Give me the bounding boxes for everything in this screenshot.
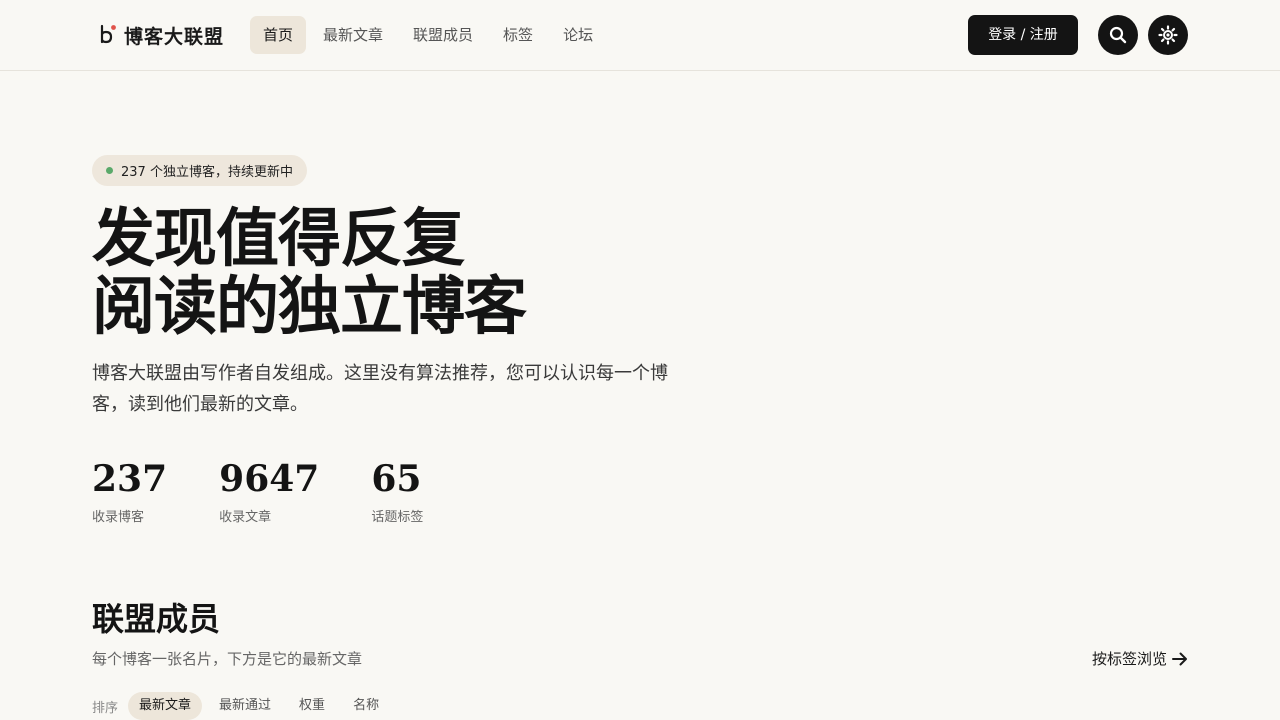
- stat-label: 话题标签: [371, 510, 424, 525]
- badge-text: 237 个独立博客，持续更新中: [121, 165, 293, 180]
- nav-item-tags[interactable]: 标签: [490, 16, 546, 54]
- stat-value: 9647: [219, 458, 320, 500]
- nav-item-forum[interactable]: 论坛: [550, 16, 606, 54]
- stats-row: 237 收录博客 9647 收录文章 65 话题标签: [92, 458, 475, 525]
- sort-option-weight[interactable]: 权重: [288, 692, 336, 720]
- hero-title-line-1: 发现值得反复: [92, 201, 465, 275]
- browse-by-tag-link[interactable]: 按标签浏览: [1092, 647, 1188, 671]
- hero-description: 博客大联盟由写作者自发组成。这里没有算法推荐，您可以认识每一个博客，读到他们最新…: [92, 363, 668, 415]
- nav-item-home[interactable]: 首页: [250, 16, 307, 54]
- site-logo[interactable]: 博客大联盟: [98, 22, 224, 48]
- stat-label: 收录博客: [92, 510, 145, 525]
- sort-option-name[interactable]: 名称: [342, 692, 390, 720]
- sort-option-latest-approved[interactable]: 最新通过: [208, 692, 282, 720]
- stat-tags: 65 话题标签: [371, 458, 423, 525]
- arrow-right-icon: [1172, 652, 1187, 666]
- stat-value: 65: [371, 458, 422, 500]
- status-dot-icon: [106, 167, 113, 174]
- blog-count-badge: 237 个独立博客，持续更新中: [92, 155, 307, 186]
- stat-articles: 9647 收录文章: [219, 458, 319, 525]
- site-header: 博客大联盟 首页 最新文章 联盟成员 标签 论坛 登录 / 注册: [0, 0, 1280, 71]
- hero-title-line-2: 阅读的独立博客: [92, 269, 527, 343]
- stat-label: 收录文章: [219, 510, 272, 525]
- stat-value: 237: [92, 458, 168, 500]
- logo-b-icon: [98, 23, 118, 47]
- search-icon: [1109, 26, 1127, 44]
- browse-by-tag-label: 按标签浏览: [1091, 650, 1167, 668]
- nav-item-latest-articles[interactable]: 最新文章: [310, 16, 396, 54]
- search-button[interactable]: [1098, 15, 1138, 55]
- main-nav: 首页 最新文章 联盟成员 标签 论坛: [250, 16, 610, 54]
- sun-icon: [1158, 25, 1178, 45]
- sort-option-latest-articles[interactable]: 最新文章: [128, 692, 203, 720]
- stat-blogs: 237 收录博客: [92, 458, 167, 525]
- login-register-button[interactable]: 登录 / 注册: [968, 15, 1078, 55]
- sort-bar: 排序 最新文章 最新通过 权重 名称: [92, 692, 396, 720]
- logo-text: 博客大联盟: [124, 25, 225, 48]
- members-section-title: 联盟成员: [92, 600, 221, 638]
- nav-item-members[interactable]: 联盟成员: [400, 16, 486, 54]
- members-section-subtitle: 每个博客一张名片，下方是它的最新文章: [92, 650, 363, 668]
- theme-toggle-button[interactable]: [1148, 15, 1188, 55]
- hero-title: 发现值得反复 阅读的独立博客: [92, 204, 652, 340]
- sort-label: 排序: [92, 700, 119, 716]
